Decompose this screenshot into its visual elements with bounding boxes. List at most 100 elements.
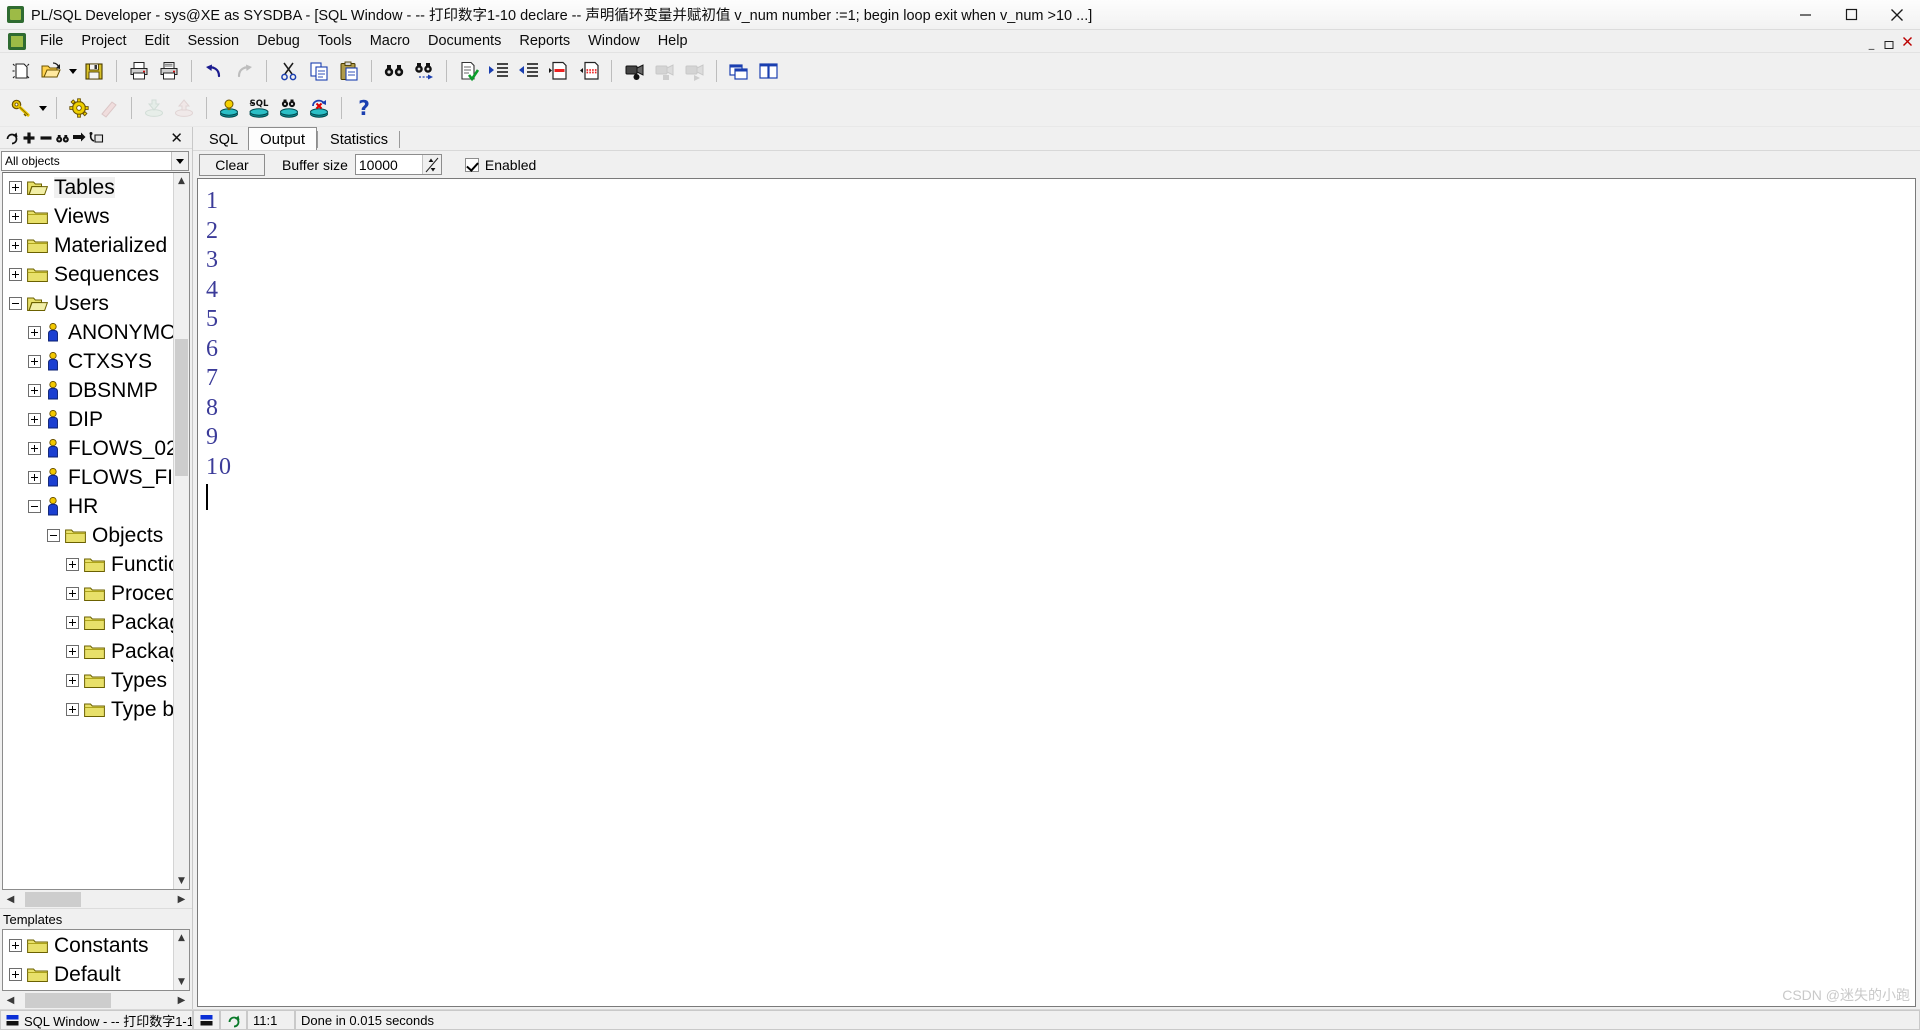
find-icon[interactable] <box>54 129 71 147</box>
break-icon[interactable] <box>94 94 124 123</box>
scroll-down-icon[interactable]: ▼ <box>174 974 189 990</box>
tree-item-function[interactable]: Function <box>3 550 173 579</box>
expand-plus-icon[interactable] <box>9 968 22 981</box>
tree-item-dip[interactable]: DIP <box>3 405 173 434</box>
refresh-icon[interactable] <box>3 129 20 147</box>
save-icon[interactable] <box>79 57 109 86</box>
session-kill-icon[interactable] <box>304 94 334 123</box>
find-next-icon[interactable] <box>409 57 439 86</box>
hscroll-thumb[interactable] <box>25 993 112 1008</box>
find-database-object-icon[interactable] <box>274 94 304 123</box>
commit-icon[interactable] <box>139 94 169 123</box>
expand-plus-icon[interactable] <box>28 442 41 455</box>
expand-plus-icon[interactable] <box>9 939 22 952</box>
tree-item-anonymo[interactable]: ANONYMO <box>3 318 173 347</box>
execute-gear-icon[interactable] <box>64 94 94 123</box>
scroll-left-icon[interactable]: ◀ <box>2 992 19 1009</box>
status-connection[interactable] <box>193 1010 220 1030</box>
close-icon[interactable] <box>1874 0 1920 30</box>
tab-sql[interactable]: SQL <box>198 129 249 150</box>
tab-statistics[interactable]: Statistics <box>319 129 399 150</box>
buffer-size-spinner[interactable] <box>354 154 442 175</box>
tree-item-views[interactable]: Views <box>3 202 173 231</box>
open-dropdown-arrow-icon[interactable] <box>66 57 79 86</box>
tree-item-dbsnmp[interactable]: DBSNMP <box>3 376 173 405</box>
mdi-restore-icon[interactable]: _ <box>1863 33 1880 50</box>
status-active-window[interactable]: SQL Window - -- 打印数字1-10 dec <box>0 1010 193 1030</box>
clear-button[interactable]: Clear <box>199 153 265 176</box>
copy-icon[interactable] <box>304 57 334 86</box>
new-icon[interactable] <box>6 57 36 86</box>
logon-dropdown-arrow-icon[interactable] <box>36 94 49 123</box>
remove-icon[interactable] <box>37 129 54 147</box>
tree-item-types[interactable]: Types <box>3 666 173 695</box>
expand-plus-icon[interactable] <box>9 181 22 194</box>
check-syntax-icon[interactable] <box>454 57 484 86</box>
print-setup-icon[interactable] <box>154 57 184 86</box>
menu-reports[interactable]: Reports <box>510 31 579 51</box>
buffer-size-input[interactable] <box>355 155 422 174</box>
tree-item-flows-02[interactable]: FLOWS_02 <box>3 434 173 463</box>
tree-item-materialized-vi[interactable]: Materialized vi <box>3 231 173 260</box>
tree-item-hr[interactable]: HR <box>3 492 173 521</box>
menu-debug[interactable]: Debug <box>248 31 309 51</box>
vscroll-track[interactable] <box>174 189 189 873</box>
expand-plus-icon[interactable] <box>66 703 79 716</box>
menu-tools[interactable]: Tools <box>309 31 361 51</box>
expand-plus-icon[interactable] <box>9 268 22 281</box>
collapse-minus-icon[interactable] <box>47 529 60 542</box>
uncomment-icon[interactable] <box>574 57 604 86</box>
tree-item-constants[interactable]: Constants <box>3 931 173 960</box>
scroll-up-icon[interactable]: ▲ <box>174 173 189 189</box>
expand-plus-icon[interactable] <box>66 558 79 571</box>
expand-plus-icon[interactable] <box>66 616 79 629</box>
menu-help[interactable]: Help <box>649 31 697 51</box>
object-tree-hscrollbar[interactable]: ◀ ▶ <box>2 891 190 908</box>
templates-hscrollbar[interactable]: ◀ ▶ <box>2 992 190 1009</box>
hscroll-thumb[interactable] <box>25 892 81 907</box>
indent-icon[interactable] <box>484 57 514 86</box>
scroll-up-icon[interactable]: ▲ <box>174 930 189 946</box>
tree-item-users[interactable]: Users <box>3 289 173 318</box>
menu-documents[interactable]: Documents <box>419 31 510 51</box>
chevron-down-icon[interactable] <box>171 152 188 170</box>
menu-project[interactable]: Project <box>72 31 135 51</box>
record-macro-icon[interactable] <box>619 57 649 86</box>
scroll-right-icon[interactable]: ▶ <box>173 992 190 1009</box>
tree-item-objects[interactable]: Objects <box>3 521 173 550</box>
templates-tree[interactable]: Constants Default <box>3 930 173 990</box>
rollback-icon[interactable] <box>169 94 199 123</box>
mdi-close-icon[interactable] <box>1899 33 1916 50</box>
collapse-minus-icon[interactable] <box>28 500 41 513</box>
hscroll-track[interactable] <box>19 992 173 1009</box>
print-icon[interactable] <box>124 57 154 86</box>
expand-plus-icon[interactable] <box>28 355 41 368</box>
object-tree[interactable]: Tables Views Materialized vi Sequences Users… <box>3 173 173 889</box>
tree-item-sequences[interactable]: Sequences <box>3 260 173 289</box>
expand-plus-icon[interactable] <box>66 587 79 600</box>
expand-plus-icon[interactable] <box>9 210 22 223</box>
vscroll-track[interactable] <box>174 946 189 974</box>
object-filter-combo[interactable]: All objects <box>1 151 189 171</box>
expand-plus-icon[interactable] <box>28 384 41 397</box>
maximize-icon[interactable] <box>1828 0 1874 30</box>
expand-plus-icon[interactable] <box>28 471 41 484</box>
tree-item-flows-fil[interactable]: FLOWS_FIL <box>3 463 173 492</box>
expand-plus-icon[interactable] <box>66 674 79 687</box>
menu-macro[interactable]: Macro <box>361 31 419 51</box>
enabled-checkbox[interactable] <box>464 157 479 172</box>
sql-beautifier-icon[interactable]: SQL <box>244 94 274 123</box>
stop-macro-icon[interactable] <box>649 57 679 86</box>
tree-item-tables[interactable]: Tables <box>3 173 173 202</box>
scroll-down-icon[interactable]: ▼ <box>174 873 189 889</box>
undo-icon[interactable] <box>199 57 229 86</box>
expand-plus-icon[interactable] <box>28 413 41 426</box>
enabled-checkbox-group[interactable]: Enabled <box>464 157 536 173</box>
tree-item-type-bo[interactable]: Type bo <box>3 695 173 724</box>
output-text-area[interactable]: 1 2 3 4 5 6 7 8 9 10 <box>197 178 1916 1007</box>
logon-key-icon[interactable] <box>6 94 36 123</box>
tree-item-packag[interactable]: Packag <box>3 608 173 637</box>
scroll-left-icon[interactable]: ◀ <box>2 891 19 908</box>
find-icon[interactable] <box>379 57 409 86</box>
menu-edit[interactable]: Edit <box>136 31 179 51</box>
